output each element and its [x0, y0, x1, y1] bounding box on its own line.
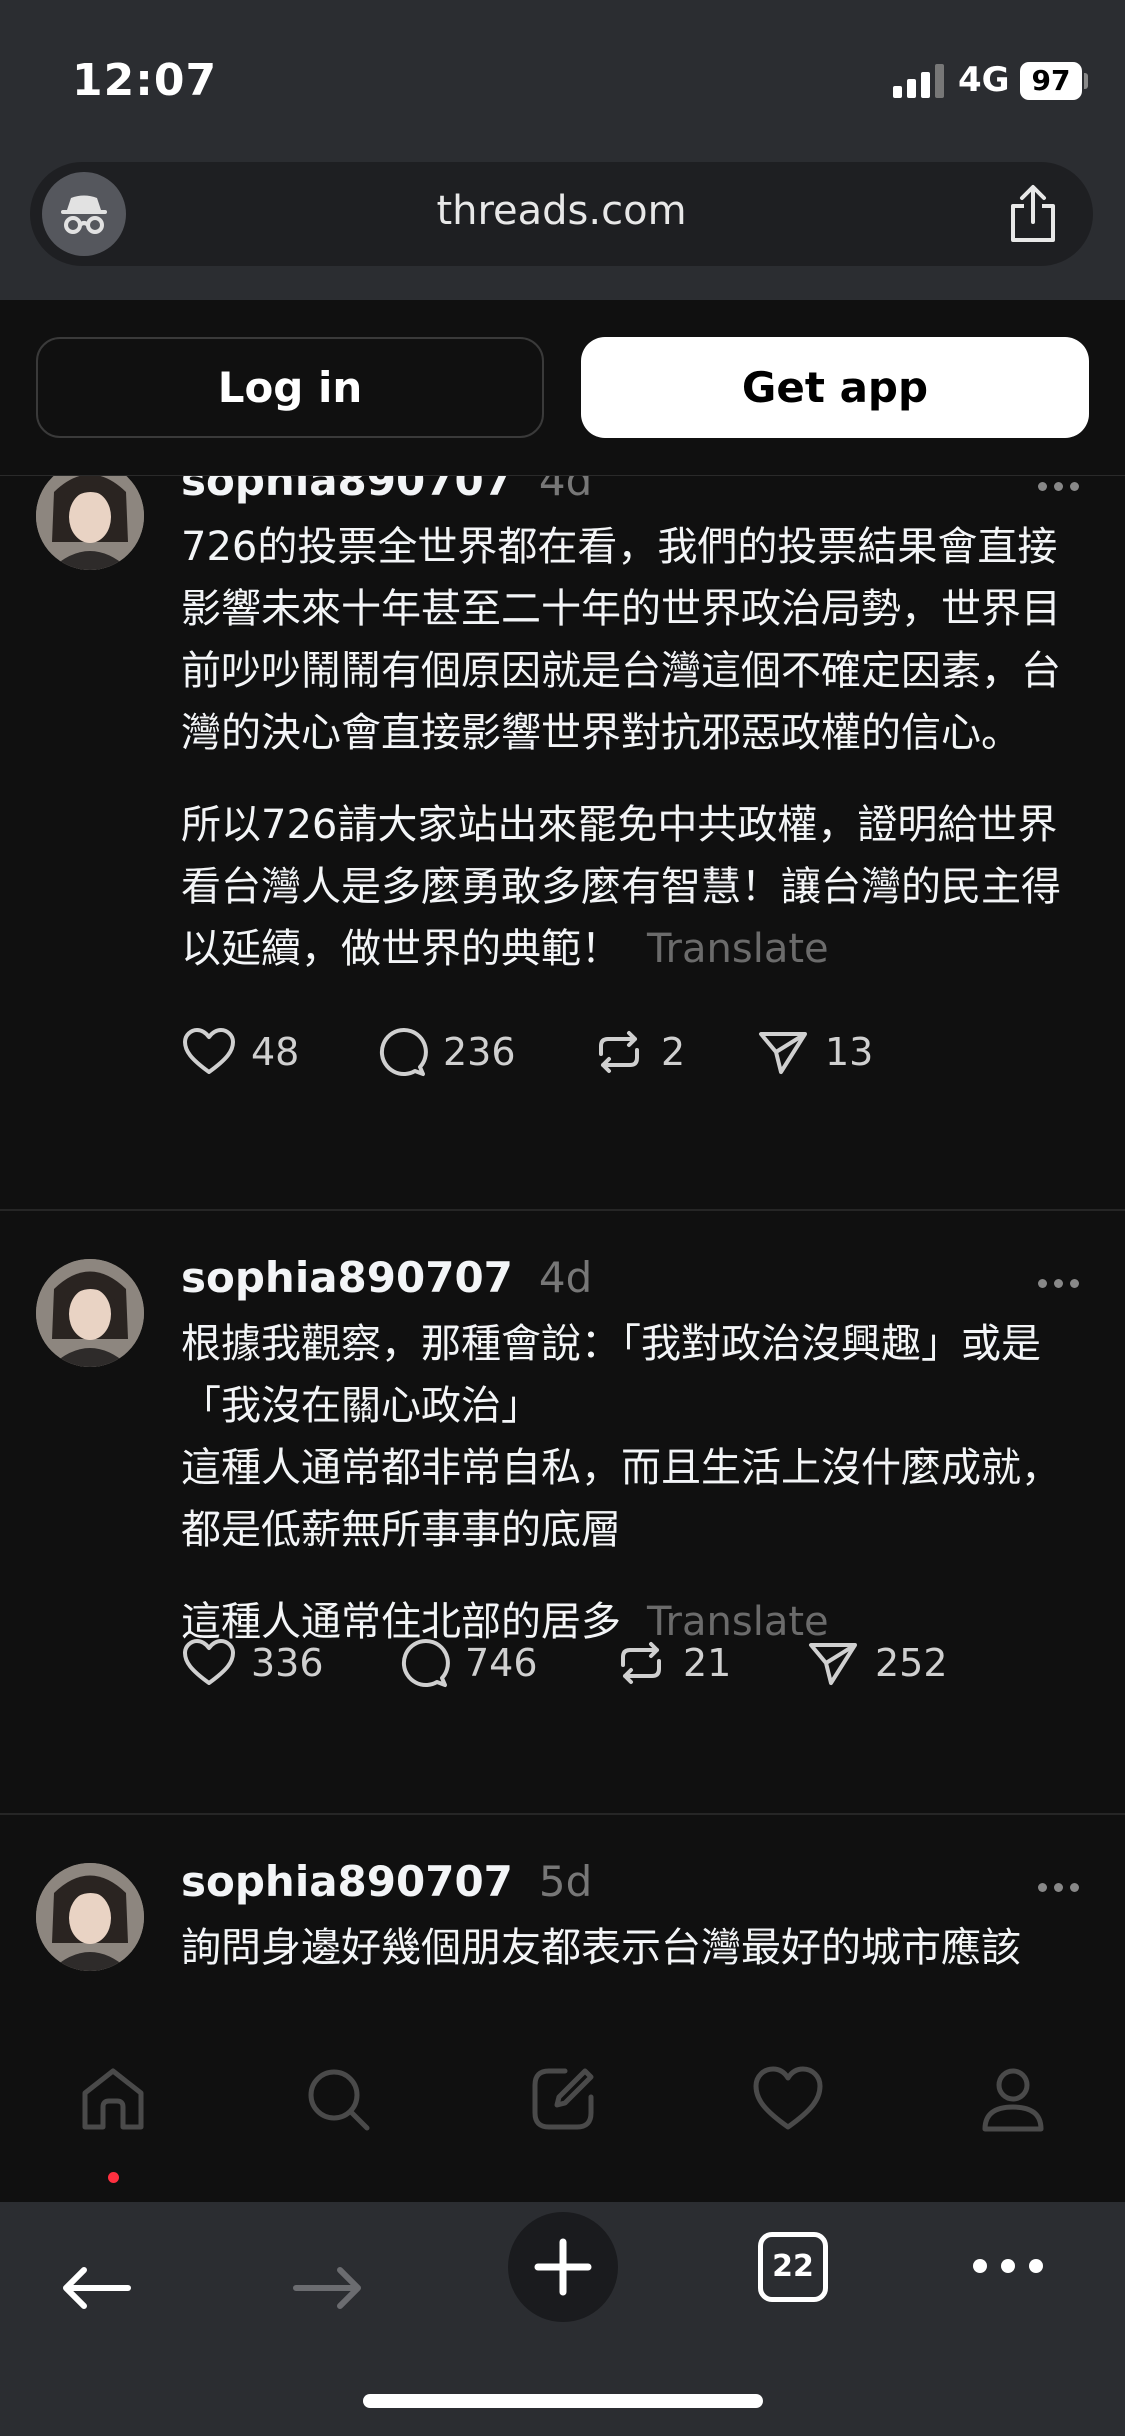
- more-options-icon[interactable]: [1038, 482, 1080, 492]
- username-text[interactable]: sophia890707: [181, 476, 513, 505]
- comment-icon: [379, 1028, 428, 1076]
- more-options-icon[interactable]: [1038, 1883, 1080, 1893]
- nav-compose[interactable]: [525, 2061, 601, 2137]
- battery-nub: [1084, 73, 1088, 89]
- reply-count: 746: [465, 1641, 538, 1685]
- share-button[interactable]: 13: [755, 1022, 873, 1082]
- post-username[interactable]: sophia890707 4d: [181, 476, 592, 505]
- home-icon: [82, 2068, 144, 2130]
- get-app-button[interactable]: Get app: [581, 337, 1089, 438]
- network-type: 4G: [958, 60, 1010, 100]
- post[interactable]: sophia890707 5d 詢問身邊好幾個朋友都表示台灣最好的城市應該: [0, 1815, 1125, 1996]
- heart-icon: [753, 2066, 823, 2130]
- status-bar: 12:07 4G 97: [0, 0, 1125, 160]
- post-body: 根據我觀察，那種會說：「我對政治沒興趣」或是「我沒在關心政治」 這種人通常都非常…: [181, 1313, 1096, 1653]
- more-button[interactable]: [972, 2258, 1044, 2278]
- username-text[interactable]: sophia890707: [181, 1253, 513, 1302]
- post-age: 4d: [538, 1253, 593, 1302]
- nav-search[interactable]: [300, 2061, 376, 2137]
- threads-nav-bar: [0, 1996, 1125, 2202]
- address-bar[interactable]: threads.com: [30, 162, 1093, 266]
- back-icon: [63, 2267, 131, 2309]
- repost-icon: [621, 1642, 661, 1684]
- battery-icon: 97: [1020, 62, 1082, 100]
- avatar[interactable]: [36, 1259, 144, 1367]
- like-count: 336: [251, 1641, 324, 1685]
- nav-activity[interactable]: [750, 2061, 826, 2137]
- feed[interactable]: sophia890707 4d 726的投票全世界都在看，我們的投票結果會直接影響…: [0, 476, 1125, 1996]
- back-button[interactable]: [60, 2266, 132, 2314]
- repost-icon: [599, 1031, 639, 1073]
- post-username[interactable]: sophia890707 5d: [181, 1857, 592, 1906]
- signal-icon: [893, 64, 945, 98]
- nav-profile[interactable]: [975, 2061, 1051, 2137]
- share-icon[interactable]: [1007, 184, 1059, 244]
- post-body: 詢問身邊好幾個朋友都表示台灣最好的城市應該: [181, 1917, 1096, 1979]
- profile-icon: [982, 2068, 1044, 2132]
- post-age: 4d: [538, 476, 593, 505]
- new-tab-icon: [534, 2238, 592, 2296]
- tabs-button[interactable]: 22: [758, 2232, 828, 2302]
- post-body: 726的投票全世界都在看，我們的投票結果會直接影響未來十年甚至二十年的世界政治局…: [181, 516, 1096, 980]
- repost-button[interactable]: 21: [613, 1633, 731, 1693]
- more-options-icon[interactable]: [1038, 1279, 1080, 1289]
- like-button[interactable]: 336: [181, 1633, 324, 1693]
- send-icon: [759, 1032, 807, 1074]
- avatar[interactable]: [36, 1863, 144, 1971]
- search-icon: [308, 2069, 370, 2131]
- heart-icon: [183, 1028, 235, 1074]
- auth-bar: Log in Get app: [0, 300, 1125, 476]
- compose-icon: [532, 2068, 594, 2130]
- reply-button[interactable]: 746: [395, 1633, 538, 1693]
- post-paragraph: 根據我觀察，那種會說：「我對政治沒興趣」或是「我沒在關心政治」: [181, 1321, 1041, 1429]
- share-count: 252: [875, 1641, 948, 1685]
- more-icon: [973, 2259, 1043, 2273]
- heart-icon: [183, 1639, 235, 1685]
- post-paragraph: 所以726請大家站出來罷免中共政權，證明給世界看台灣人是多麼勇敢多麼有智慧！讓台…: [181, 802, 1061, 972]
- share-count: 13: [825, 1030, 874, 1074]
- post[interactable]: sophia890707 4d 根據我觀察，那種會說：「我對政治沒興趣」或是「我沒…: [0, 1211, 1125, 1814]
- forward-button[interactable]: [292, 2266, 364, 2314]
- translate-link[interactable]: Translate: [647, 926, 829, 972]
- post[interactable]: sophia890707 4d 726的投票全世界都在看，我們的投票結果會直接影響…: [0, 476, 1125, 1235]
- nav-home[interactable]: [75, 2061, 151, 2137]
- home-notification-dot: [108, 2172, 119, 2183]
- post-paragraph: 726的投票全世界都在看，我們的投票結果會直接影響未來十年甚至二十年的世界政治局…: [181, 524, 1061, 756]
- reply-button[interactable]: 236: [373, 1022, 516, 1082]
- new-tab-button[interactable]: [508, 2212, 618, 2322]
- login-button[interactable]: Log in: [36, 337, 544, 438]
- post-age: 5d: [538, 1857, 593, 1906]
- like-count: 48: [251, 1030, 300, 1074]
- comment-icon: [401, 1639, 450, 1687]
- avatar[interactable]: [36, 476, 144, 570]
- repost-button[interactable]: 2: [591, 1022, 685, 1082]
- send-icon: [809, 1643, 857, 1685]
- repost-count: 21: [683, 1641, 732, 1685]
- username-text[interactable]: sophia890707: [181, 1857, 513, 1906]
- like-button[interactable]: 48: [181, 1022, 299, 1082]
- repost-count: 2: [661, 1030, 686, 1074]
- browser-address-area: threads.com: [0, 160, 1125, 300]
- home-indicator: [363, 2394, 763, 2408]
- status-time: 12:07: [72, 55, 218, 106]
- post-username[interactable]: sophia890707 4d: [181, 1253, 592, 1302]
- share-button[interactable]: 252: [805, 1633, 948, 1693]
- post-paragraph: 這種人通常都非常自私，而且生活上沒什麼成就，都是低薪無所事事的底層: [181, 1445, 1061, 1553]
- reply-count: 236: [443, 1030, 516, 1074]
- forward-icon: [293, 2267, 361, 2309]
- url-text[interactable]: threads.com: [30, 188, 1093, 234]
- post-paragraph: 詢問身邊好幾個朋友都表示台灣最好的城市應該: [181, 1925, 1021, 1971]
